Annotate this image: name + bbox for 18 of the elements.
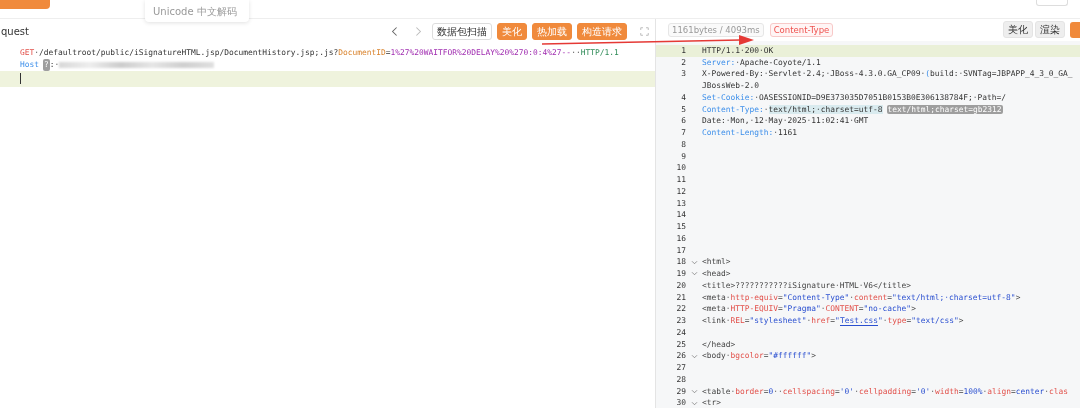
collapse-icon[interactable] <box>690 271 698 277</box>
collapse-icon[interactable] <box>690 259 698 265</box>
forward-icon[interactable] <box>414 25 422 37</box>
pane-title: quest <box>1 25 29 37</box>
view-button[interactable]: 渲染 <box>1035 21 1065 39</box>
content-type-tag[interactable]: Content-Type <box>769 22 834 37</box>
collapse-icon[interactable] <box>690 353 698 359</box>
text-cursor <box>20 73 21 84</box>
toolbar-button[interactable] <box>1036 0 1068 6</box>
menu-hint: Unicode 中文解码 <box>153 5 237 19</box>
scan-button[interactable]: 数据包扫描 <box>432 22 492 40</box>
collapse-icon[interactable] <box>690 400 698 406</box>
back-icon[interactable] <box>391 25 399 37</box>
response-stats: 1161bytes / 4093ms <box>668 22 764 37</box>
fullscreen-icon[interactable] <box>640 26 649 36</box>
collapse-icon[interactable] <box>690 388 698 394</box>
action-button[interactable] <box>1070 21 1080 38</box>
view-button[interactable]: 美化 <box>1003 21 1033 39</box>
